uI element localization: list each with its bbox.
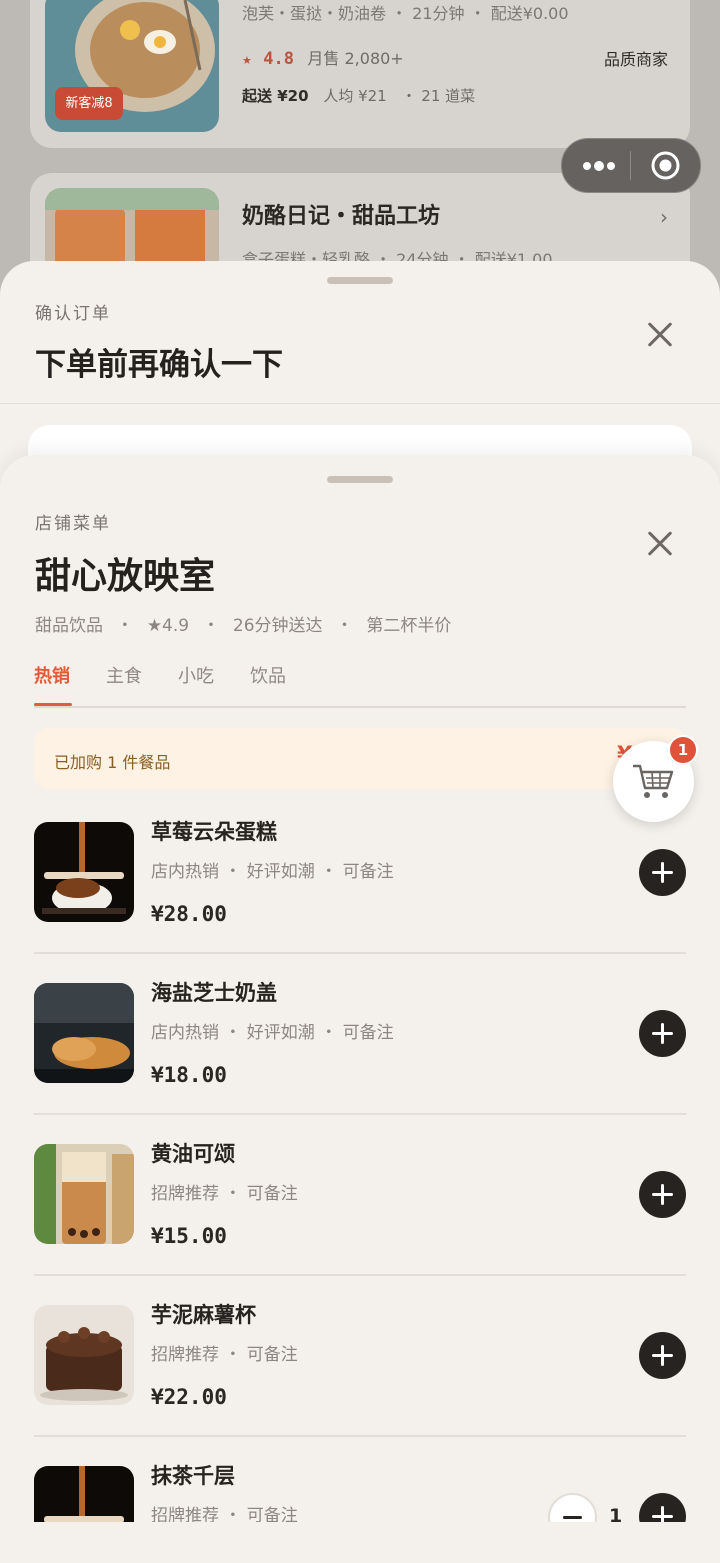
tab-hot[interactable]: 热销 <box>34 662 70 688</box>
star-icon: ★ <box>242 54 252 67</box>
shop-category: 甜品饮品 <box>35 616 103 636</box>
bottom-safe-area <box>0 1522 720 1563</box>
dish-count: ・ 21 道菜 <box>401 87 476 105</box>
tab-active-indicator <box>34 703 72 706</box>
monthly-sales: 月售 2,080+ <box>307 49 404 68</box>
item-tags: 招牌推荐 ・ 可备注 <box>151 1506 298 1522</box>
shop-name: 奶酪日记・甜品工坊 <box>242 204 441 229</box>
capsule-divider <box>630 151 631 180</box>
item-name: 黄油可颂 <box>151 1142 235 1166</box>
increase-quantity-button[interactable] <box>639 1493 686 1522</box>
item-price: ¥28.00 <box>151 902 227 926</box>
item-divider <box>34 1274 686 1276</box>
meta-separator: ・ <box>335 616 353 636</box>
item-image <box>34 983 134 1083</box>
cart-icon <box>632 763 674 801</box>
delivery-time: 26分钟送达 <box>232 616 323 636</box>
shop-rating: ★4.9 <box>146 616 190 636</box>
confirm-title: 下单前再确认一下 <box>35 347 283 383</box>
tab-snack[interactable]: 小吃 <box>178 662 214 688</box>
item-price: ¥18.00 <box>151 1063 227 1087</box>
tab-main[interactable]: 主食 <box>106 662 142 688</box>
item-divider <box>34 952 686 954</box>
shop-tags: 泡芙・蛋挞・奶油卷 ・ 21分钟 ・ 配送¥0.00 <box>242 4 569 23</box>
item-divider <box>34 1435 686 1437</box>
plus-icon-stem <box>661 1506 664 1522</box>
shop-rating: ★ 4.8 月售 2,080+ <box>242 45 404 69</box>
list-item[interactable]: 抹茶千层 招牌推荐 ・ 可备注 1 <box>0 1440 720 1522</box>
item-price: ¥15.00 <box>151 1224 227 1248</box>
sheet-handle[interactable] <box>327 277 393 284</box>
shop-order-info: 起送 ¥20 人均 ¥21 ・ 21 道菜 <box>242 85 475 106</box>
item-price: ¥22.00 <box>151 1385 227 1409</box>
add-to-cart-button[interactable] <box>639 1332 686 1379</box>
item-name: 草莓云朵蛋糕 <box>151 820 277 844</box>
shop-meta: 甜品饮品 ・ ★4.9 ・ 26分钟送达 ・ 第二杯半价 <box>35 611 451 636</box>
menu-eyebrow: 店铺菜单 <box>35 514 111 534</box>
meta-separator: ・ <box>202 616 220 636</box>
add-to-cart-button[interactable] <box>639 849 686 896</box>
decrease-quantity-button[interactable] <box>548 1493 597 1522</box>
cart-summary-banner[interactable]: 已加购 1 件餐品 ¥26 <box>34 728 686 789</box>
meta-separator: ・ <box>116 616 134 636</box>
item-name: 芋泥麻薯杯 <box>151 1303 256 1327</box>
item-tags: 店内热销 ・ 好评如潮 ・ 可备注 <box>151 862 394 882</box>
rating-value: 4.8 <box>263 49 294 69</box>
sheet-handle[interactable] <box>327 476 393 483</box>
add-to-cart-button[interactable] <box>639 1010 686 1057</box>
item-image <box>34 822 134 922</box>
chevron-right-icon[interactable]: › <box>660 205 668 229</box>
quantity-value: 1 <box>609 1505 623 1522</box>
shop-title: 甜心放映室 <box>35 556 216 597</box>
capsule-menu[interactable] <box>561 138 701 193</box>
quality-badge: 品质商家 <box>604 50 669 69</box>
item-image <box>34 1144 134 1244</box>
item-divider <box>34 1113 686 1115</box>
target-icon[interactable] <box>650 150 681 181</box>
item-name: 抹茶千层 <box>151 1464 235 1488</box>
confirm-eyebrow: 确认订单 <box>35 304 111 324</box>
item-tags: 招牌推荐 ・ 可备注 <box>151 1184 298 1204</box>
close-icon[interactable] <box>646 530 674 558</box>
minus-icon <box>563 1516 582 1519</box>
per-person: 人均 ¥21 <box>323 87 387 105</box>
quantity-stepper: 1 <box>548 1493 688 1522</box>
add-to-cart-button[interactable] <box>639 1171 686 1218</box>
tab-drink[interactable]: 饮品 <box>250 662 286 688</box>
item-image <box>34 1305 134 1405</box>
close-icon[interactable] <box>646 321 674 349</box>
confirm-divider <box>0 403 720 404</box>
item-tags: 店内热销 ・ 好评如潮 ・ 可备注 <box>151 1023 394 1043</box>
more-dots-icon[interactable] <box>582 158 616 172</box>
shop-promo: 第二杯半价 <box>366 616 452 636</box>
cart-count: 1 <box>677 741 689 759</box>
item-name: 海盐芝士奶盖 <box>151 981 277 1005</box>
promo-badge: 新客减8 <box>55 87 123 120</box>
cart-count-badge: 1 <box>668 735 698 765</box>
cart-summary-text: 已加购 1 件餐品 <box>54 753 171 772</box>
promo-text: 新客减8 <box>65 96 113 111</box>
item-tags: 招牌推荐 ・ 可备注 <box>151 1345 298 1365</box>
item-image <box>34 1466 134 1522</box>
min-order: 起送 ¥20 <box>242 87 309 105</box>
tabs-divider <box>34 706 686 708</box>
